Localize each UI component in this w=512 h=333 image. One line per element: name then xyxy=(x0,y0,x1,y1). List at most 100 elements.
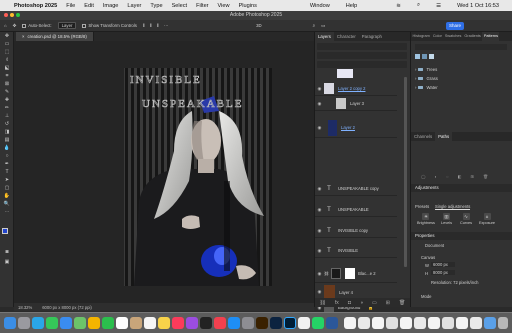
finder-icon[interactable] xyxy=(4,317,16,329)
layer-name[interactable]: Blac...e 2 xyxy=(358,271,375,276)
tab-paragraph[interactable]: Paragraph xyxy=(359,32,385,41)
minimize-window-button[interactable] xyxy=(10,13,14,17)
messages-icon[interactable] xyxy=(46,317,58,329)
eraser-tool-icon[interactable]: ◨ xyxy=(0,128,14,136)
history-brush-tool-icon[interactable]: ↺ xyxy=(0,120,14,128)
tab-character[interactable]: Character xyxy=(334,32,359,41)
word-icon[interactable] xyxy=(326,317,338,329)
brush-tool-icon[interactable]: ✏ xyxy=(0,104,14,112)
chrome-icon[interactable] xyxy=(298,317,310,329)
pattern-folder[interactable]: › Grass xyxy=(415,76,438,81)
recent-pattern-swatch[interactable] xyxy=(415,54,420,59)
layer-row[interactable]: ◉ Layer 3 xyxy=(315,97,397,111)
presets-label[interactable]: Presets xyxy=(415,204,429,209)
auto-select-checkbox[interactable]: Auto-Select: xyxy=(22,23,52,28)
recent-file-icon[interactable] xyxy=(470,317,482,329)
document-tab[interactable]: × creation.psd @ 18.5% (RGB/8) xyxy=(16,32,94,41)
wifi-icon[interactable]: ≋ xyxy=(396,3,401,9)
launchpad-icon[interactable] xyxy=(18,317,30,329)
frame-tool-icon[interactable]: ⊠ xyxy=(0,80,14,88)
settings-icon[interactable] xyxy=(242,317,254,329)
3d-mode-icon[interactable]: 3D xyxy=(256,23,262,28)
layer-row[interactable]: ◉ T INVISIBLE copy xyxy=(315,224,397,238)
visibility-eye-icon[interactable]: ◉ xyxy=(315,289,324,295)
tab-channels[interactable]: Channels xyxy=(411,132,435,141)
visibility-eye-icon[interactable]: ◉ xyxy=(315,207,324,213)
levels-button[interactable]: ▥ Levels xyxy=(441,213,452,225)
layer-row[interactable]: ◉ Layer 2 copy 2 xyxy=(315,82,397,96)
folder-icon[interactable]: ▭ xyxy=(372,300,377,306)
reminders-icon[interactable] xyxy=(144,317,156,329)
lightroom-icon[interactable] xyxy=(270,317,282,329)
canvas-area[interactable]: INVISIBLE UNSPEAKABLE xyxy=(14,41,314,303)
layer-filter-row[interactable] xyxy=(317,43,407,50)
lasso-tool-icon[interactable]: ℓ xyxy=(0,56,14,64)
layer-name[interactable]: Layer 2 copy 2 xyxy=(338,86,365,91)
healing-brush-tool-icon[interactable]: ✚ xyxy=(0,96,14,104)
object-select-tool-icon[interactable]: ⬕ xyxy=(0,64,14,72)
link-icon[interactable]: ⛓ xyxy=(320,300,326,306)
tab-color[interactable]: Color xyxy=(431,32,443,41)
recent-file-icon[interactable] xyxy=(358,317,370,329)
recent-pattern-swatch[interactable] xyxy=(422,54,427,59)
menu-filter[interactable]: Filter xyxy=(196,3,208,9)
visibility-eye-icon[interactable]: ◉ xyxy=(315,271,324,277)
tab-gradients[interactable]: Gradients xyxy=(463,32,482,41)
align-icons[interactable]: ⫴ ⫴ ⫴ ⋯ xyxy=(143,23,170,28)
notes-icon[interactable] xyxy=(158,317,170,329)
clock[interactable]: Wed 1 Oct 16:53 xyxy=(457,3,499,9)
new-layer-icon[interactable]: ⊞ xyxy=(386,300,390,306)
menu-layer[interactable]: Layer xyxy=(127,3,141,9)
layer-row[interactable]: ◉ T INVISIBLE xyxy=(315,244,397,258)
recent-file-icon[interactable] xyxy=(456,317,468,329)
music-icon[interactable] xyxy=(172,317,184,329)
blur-tool-icon[interactable]: 💧 xyxy=(0,144,14,152)
width-field[interactable]: 6000 px xyxy=(431,262,455,267)
mask-icon[interactable]: ◘ xyxy=(348,300,351,306)
menu-help[interactable]: Help xyxy=(346,3,358,9)
foreground-color-swatch[interactable] xyxy=(2,228,8,234)
quick-mask-icon[interactable]: ◙ xyxy=(0,248,14,256)
layer-row[interactable]: ◉ ⛓ Blac...e 2 xyxy=(315,265,397,283)
tab-paths[interactable]: Paths xyxy=(435,132,453,141)
menu-plugins[interactable]: Plugins xyxy=(239,3,257,9)
workspace-icon[interactable]: ▭ xyxy=(321,23,325,29)
photos-icon[interactable] xyxy=(88,317,100,329)
fx-icon[interactable]: fx xyxy=(335,300,339,306)
adjustment-icon[interactable]: ◑ xyxy=(360,300,363,306)
layer-name[interactable]: INVISIBLE copy xyxy=(338,228,368,233)
menu-type[interactable]: Type xyxy=(150,3,162,9)
menu-image[interactable]: Image xyxy=(103,3,119,9)
layers-scrollbar[interactable] xyxy=(404,77,407,267)
artboard-tool-icon[interactable]: ▭ xyxy=(0,40,14,48)
recent-file-icon[interactable] xyxy=(442,317,454,329)
search-tool-icon[interactable]: ⌕ xyxy=(313,23,315,28)
move-tool-icon[interactable]: ✥ xyxy=(0,32,14,40)
eyedropper-tool-icon[interactable]: ✎ xyxy=(0,88,14,96)
dodge-tool-icon[interactable]: ○ xyxy=(0,152,14,160)
tv-icon[interactable] xyxy=(200,317,212,329)
recent-file-icon[interactable] xyxy=(386,317,398,329)
document-canvas[interactable]: INVISIBLE UNSPEAKABLE xyxy=(14,41,314,303)
menu-window[interactable]: Window xyxy=(310,3,330,9)
mail-icon[interactable] xyxy=(60,317,72,329)
marquee-tool-icon[interactable]: ⬚ xyxy=(0,48,14,56)
tab-histogram[interactable]: Histogram xyxy=(411,32,431,41)
layer-name[interactable]: UNSPEAKABLE copy xyxy=(338,186,379,191)
recent-file-icon[interactable] xyxy=(372,317,384,329)
zoom-level[interactable]: 18.32% xyxy=(18,305,32,310)
recent-pattern-swatch[interactable] xyxy=(429,54,434,59)
facetime-icon[interactable] xyxy=(102,317,114,329)
safari-icon[interactable] xyxy=(32,317,44,329)
tab-patterns[interactable]: Patterns xyxy=(482,32,500,41)
curves-button[interactable]: ∿ Curves xyxy=(460,213,472,225)
recent-file-icon[interactable] xyxy=(400,317,412,329)
document-info[interactable]: 6000 px x 8000 px (72 ppi) xyxy=(42,305,92,310)
zoom-tool-icon[interactable]: 🔍 xyxy=(0,200,14,208)
menu-edit[interactable]: Edit xyxy=(84,3,94,9)
exposure-button[interactable]: ± Exposure xyxy=(479,213,495,225)
gradient-tool-icon[interactable]: ▤ xyxy=(0,136,14,144)
search-icon[interactable]: ⌕ xyxy=(417,2,420,9)
pen-tool-icon[interactable]: ✒ xyxy=(0,160,14,168)
visibility-eye-icon[interactable]: ◉ xyxy=(315,248,324,254)
